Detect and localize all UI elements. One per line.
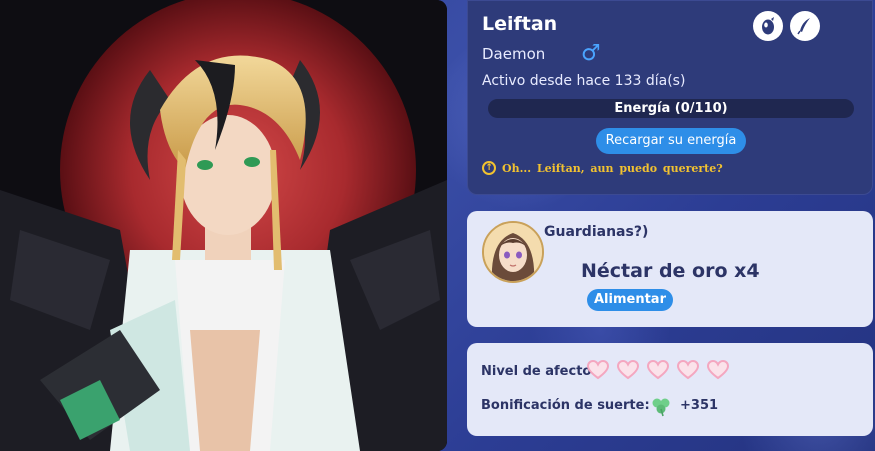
stats-card: Nivel de afecto Bonificación de suerte: … [467, 343, 873, 436]
character-quote: Oh... Leiftan, aun puedo quererte? [502, 162, 723, 175]
male-gender-icon: ♂ [581, 41, 601, 66]
character-name: Leiftan [482, 13, 558, 35]
feeding-title: Guardianas?) [544, 224, 649, 240]
feed-button[interactable]: Alimentar [587, 289, 673, 311]
feather-icon[interactable] [790, 11, 820, 41]
luck-label: Bonificación de suerte: [481, 398, 650, 413]
heart-icon [647, 360, 669, 380]
character-info-card: Leiftan Daemon ♂ Activo desde hace 133 d… [467, 0, 873, 195]
heart-icon [707, 360, 729, 380]
activity-status: Activo desde hace 133 día(s) [482, 73, 686, 89]
heart-icon [587, 360, 609, 380]
character-portrait [0, 0, 447, 451]
energy-bar: Energía (0/110) [488, 99, 854, 118]
luck-value: +351 [680, 398, 719, 413]
up-arrow-circle-icon: ↑ [482, 161, 496, 175]
recharge-energy-button[interactable]: Recargar su energía [596, 128, 746, 154]
heart-icon [617, 360, 639, 380]
affection-hearts [587, 360, 729, 380]
food-item: Néctar de oro x4 [581, 260, 760, 282]
affection-label: Nivel de afecto [481, 364, 592, 379]
guardian-avatar [482, 221, 544, 283]
feeding-card: Guardianas?) Néctar de oro x4 Alimentar [467, 211, 873, 327]
egg-icon[interactable] [753, 11, 783, 41]
clover-icon [652, 398, 670, 417]
character-race: Daemon [482, 45, 546, 63]
energy-label: Energía (0/110) [614, 101, 728, 116]
heart-icon [677, 360, 699, 380]
character-illustration [0, 0, 447, 451]
